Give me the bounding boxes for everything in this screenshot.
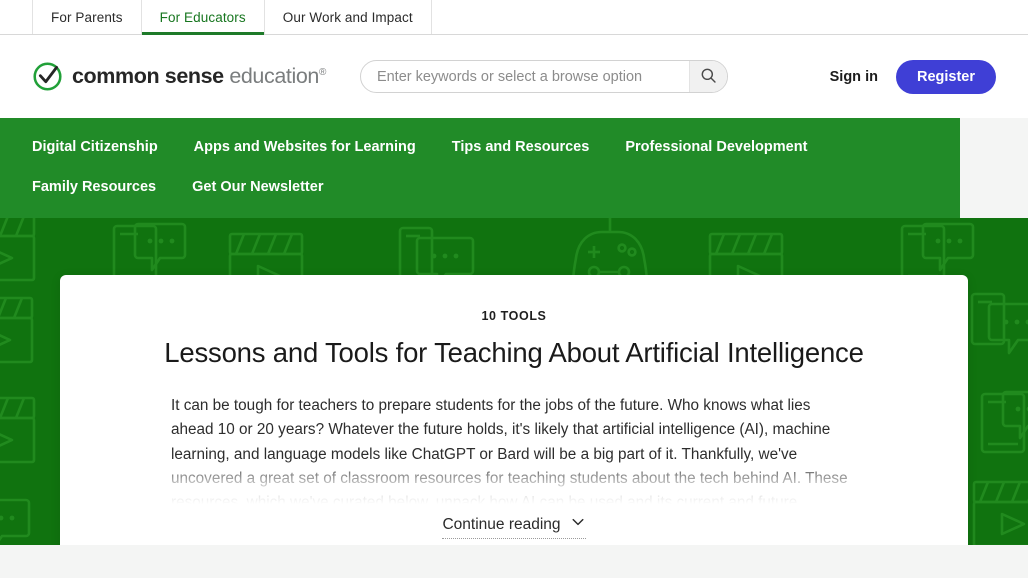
card-eyebrow: 10 TOOLS [481, 309, 547, 323]
tab-our-work-and-impact[interactable]: Our Work and Impact [263, 0, 432, 34]
continue-reading-link[interactable]: Continue reading [442, 514, 586, 539]
registered-mark-icon: ® [318, 66, 326, 78]
logo-brand-name: common sense [72, 63, 224, 88]
nav-item-professional-development[interactable]: Professional Development [625, 132, 807, 162]
continue-reading-container: Continue reading [60, 514, 968, 539]
search-submit-button[interactable] [688, 61, 727, 92]
sign-in-link[interactable]: Sign in [830, 69, 878, 85]
tab-for-educators[interactable]: For Educators [140, 0, 264, 35]
card-body-container: It can be tough for teachers to prepare … [171, 394, 857, 504]
site-logo[interactable]: common sense education® [32, 61, 326, 92]
logo-wordmark: common sense education® [72, 63, 326, 88]
check-circle-icon [32, 61, 63, 92]
logo-brand-suffix: education [229, 63, 319, 88]
continue-reading-label: Continue reading [442, 515, 561, 533]
audience-tab-bar: For Parents For Educators Our Work and I… [0, 0, 1028, 35]
account-actions: Sign in Register [830, 59, 996, 94]
nav-item-family-resources[interactable]: Family Resources [32, 172, 156, 202]
primary-navigation: Digital Citizenship Apps and Websites fo… [0, 118, 960, 218]
nav-item-get-our-newsletter[interactable]: Get Our Newsletter [192, 172, 323, 202]
register-button[interactable]: Register [895, 59, 996, 94]
tab-label: Our Work and Impact [282, 9, 413, 25]
tab-for-parents[interactable]: For Parents [32, 0, 141, 34]
page-title: Lessons and Tools for Teaching About Art… [164, 337, 864, 368]
search-bar [359, 60, 728, 93]
nav-item-digital-citizenship[interactable]: Digital Citizenship [32, 132, 158, 162]
nav-item-tips-and-resources[interactable]: Tips and Resources [452, 132, 590, 162]
feature-card: 10 TOOLS Lessons and Tools for Teaching … [60, 275, 968, 545]
tab-label: For Parents [51, 9, 123, 25]
nav-item-apps-and-websites-for-learning[interactable]: Apps and Websites for Learning [194, 132, 416, 162]
card-body-text: It can be tough for teachers to prepare … [171, 397, 848, 504]
hero-banner: 10 TOOLS Lessons and Tools for Teaching … [0, 218, 1028, 545]
search-icon [700, 67, 717, 87]
chevron-down-icon [570, 514, 586, 535]
search-input[interactable] [360, 61, 689, 92]
masthead: common sense education® Sign in Register [0, 35, 1028, 118]
tab-label: For Educators [159, 9, 246, 25]
